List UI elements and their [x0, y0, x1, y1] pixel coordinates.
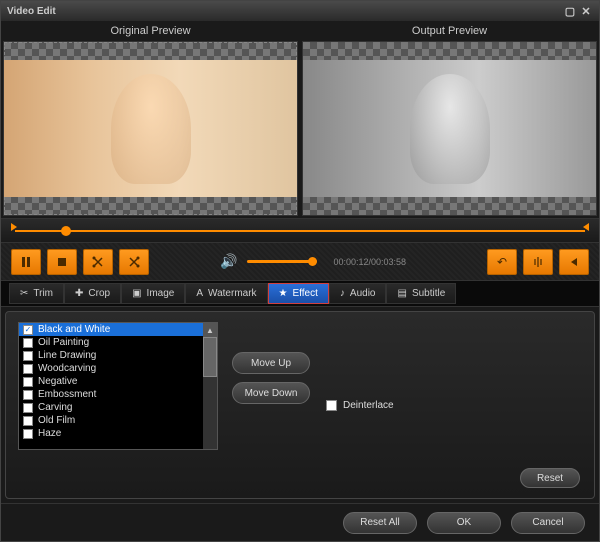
- volume-slider[interactable]: [247, 260, 317, 263]
- tab-trim[interactable]: ✂Trim: [9, 283, 64, 304]
- deinterlace-checkbox[interactable]: [326, 400, 337, 411]
- move-down-button[interactable]: Move Down: [232, 382, 310, 404]
- effect-label: Black and White: [38, 324, 110, 335]
- output-preview-column: Output Preview: [300, 21, 599, 218]
- scroll-thumb[interactable]: [203, 337, 217, 377]
- effect-item[interactable]: ✓ Black and White: [19, 323, 217, 336]
- effects-panel: ✓ Black and White Oil Painting Line Drawing…: [5, 311, 595, 499]
- effect-item[interactable]: Negative: [19, 375, 217, 388]
- cut-left-button[interactable]: [83, 249, 113, 275]
- effect-checkbox[interactable]: ✓: [23, 325, 33, 335]
- effect-checkbox[interactable]: [23, 416, 33, 426]
- scroll-up-arrow[interactable]: ▲: [203, 323, 217, 337]
- cut-right-button[interactable]: [119, 249, 149, 275]
- playhead[interactable]: [61, 226, 71, 236]
- effect-item[interactable]: Woodcarving: [19, 362, 217, 375]
- image-icon: ▣: [132, 288, 141, 299]
- reorder-controls: Move Up Move Down: [232, 322, 310, 488]
- effect-item[interactable]: Old Film: [19, 414, 217, 427]
- preview-area: Original Preview Output Preview: [1, 21, 599, 219]
- effect-label: Embossment: [38, 389, 96, 400]
- edit-tabs: ✂Trim ✚Crop ▣Image AWatermark ★Effect ♪A…: [1, 281, 599, 307]
- crop-icon: ✚: [75, 288, 83, 299]
- window-title: Video Edit: [7, 6, 56, 17]
- effect-list[interactable]: ✓ Black and White Oil Painting Line Drawing…: [18, 322, 218, 450]
- effect-checkbox[interactable]: [23, 351, 33, 361]
- stop-button[interactable]: [47, 249, 77, 275]
- star-icon: ★: [279, 288, 288, 299]
- effect-checkbox[interactable]: [23, 364, 33, 374]
- original-preview-column: Original Preview: [1, 21, 300, 218]
- effect-label: Oil Painting: [38, 337, 89, 348]
- titlebar: Video Edit ▢ ✕: [1, 1, 599, 21]
- effect-checkbox[interactable]: [23, 390, 33, 400]
- original-preview[interactable]: [3, 41, 298, 216]
- effect-item[interactable]: Embossment: [19, 388, 217, 401]
- effect-checkbox[interactable]: [23, 403, 33, 413]
- effect-item[interactable]: Line Drawing: [19, 349, 217, 362]
- reset-button[interactable]: Reset: [520, 468, 580, 488]
- volume-thumb[interactable]: [308, 257, 317, 266]
- dialog-footer: Reset All OK Cancel: [1, 503, 599, 541]
- flip-button[interactable]: [523, 249, 553, 275]
- tab-subtitle[interactable]: ▤Subtitle: [386, 283, 456, 304]
- trim-end-marker[interactable]: [583, 223, 589, 231]
- ok-button[interactable]: OK: [427, 512, 501, 534]
- output-preview-label: Output Preview: [300, 21, 599, 41]
- effect-checkbox[interactable]: [23, 377, 33, 387]
- playback-controls: 🔊 00:00:12/00:03:58 ↶: [1, 243, 599, 281]
- subtitle-icon: ▤: [397, 288, 406, 299]
- video-edit-window: Video Edit ▢ ✕ Original Preview Output P…: [0, 0, 600, 542]
- effect-label: Negative: [38, 376, 77, 387]
- close-button[interactable]: ✕: [579, 5, 593, 17]
- playback-time: 00:00:12/00:03:58: [333, 257, 406, 267]
- scissors-icon: ✂: [20, 288, 28, 299]
- effect-label: Old Film: [38, 415, 75, 426]
- tab-effect[interactable]: ★Effect: [268, 283, 329, 304]
- volume-icon: 🔊: [220, 253, 237, 270]
- deinterlace-label: Deinterlace: [343, 400, 394, 411]
- rotate-button[interactable]: [559, 249, 589, 275]
- tab-image[interactable]: ▣Image: [121, 283, 185, 304]
- deinterlace-option[interactable]: Deinterlace: [326, 400, 394, 411]
- cancel-button[interactable]: Cancel: [511, 512, 585, 534]
- effect-label: Line Drawing: [38, 350, 96, 361]
- move-up-button[interactable]: Move Up: [232, 352, 310, 374]
- effect-label: Woodcarving: [38, 363, 96, 374]
- effect-checkbox[interactable]: [23, 338, 33, 348]
- tab-crop[interactable]: ✚Crop: [64, 283, 121, 304]
- effect-item[interactable]: Carving: [19, 401, 217, 414]
- reset-all-button[interactable]: Reset All: [343, 512, 417, 534]
- effect-checkbox[interactable]: [23, 429, 33, 439]
- undo-button[interactable]: ↶: [487, 249, 517, 275]
- original-preview-label: Original Preview: [1, 21, 300, 41]
- timeline[interactable]: [1, 219, 599, 243]
- effect-label: Haze: [38, 428, 61, 439]
- watermark-icon: A: [196, 288, 203, 299]
- effect-label: Carving: [38, 402, 72, 413]
- output-preview: [302, 41, 597, 216]
- tab-watermark[interactable]: AWatermark: [185, 283, 267, 304]
- effect-item[interactable]: Oil Painting: [19, 336, 217, 349]
- timeline-track: [15, 230, 585, 232]
- music-note-icon: ♪: [340, 288, 345, 299]
- maximize-button[interactable]: ▢: [563, 5, 577, 17]
- effect-item[interactable]: Haze: [19, 427, 217, 440]
- pause-button[interactable]: [11, 249, 41, 275]
- tab-audio[interactable]: ♪Audio: [329, 283, 387, 304]
- effect-scrollbar[interactable]: ▲: [203, 323, 217, 449]
